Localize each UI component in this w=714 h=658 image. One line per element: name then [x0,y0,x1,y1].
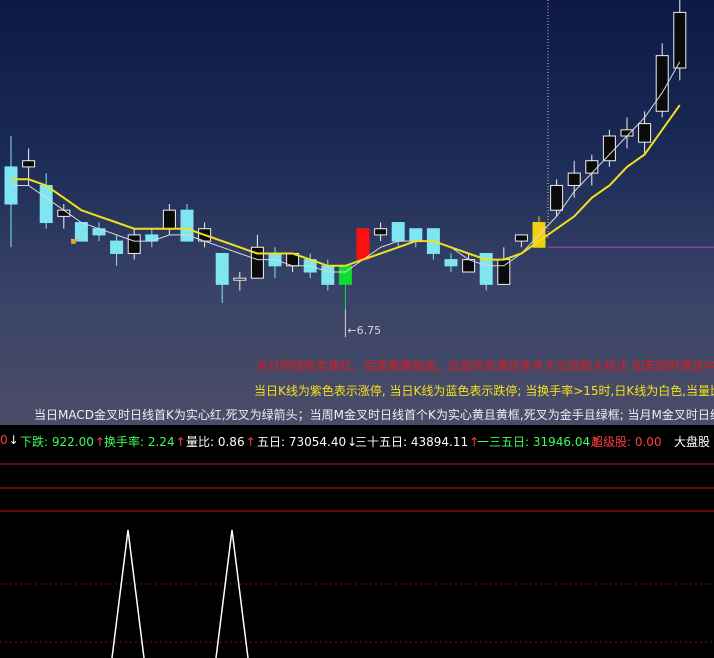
stat-arrow-icon: ↓ [8,433,19,447]
stat-item: 量比: 0.86↑ [186,433,256,450]
formula-note-yellow: 当日K线为紫色表示涨停, 当日K线为蓝色表示跌停; 当换手率>15时,日K线为白… [254,384,714,398]
candle[interactable] [145,228,159,248]
candle-body [374,228,388,236]
candle-body [409,228,423,242]
candle[interactable] [4,136,18,248]
stat-item: 五日: 73054.40↓ [257,433,357,450]
candle[interactable] [620,117,634,149]
candle[interactable] [286,252,300,272]
stat-label: 一三五日: [477,435,533,449]
stat-arrow-icon: ↑ [245,435,256,449]
candle[interactable] [180,204,194,242]
candle[interactable] [514,234,528,248]
candle[interactable] [215,252,229,303]
candle-body [673,11,687,69]
price-panel[interactable]: ☛ ←6.75 当日阴线收实体红，后面需要做成，出现所有满足条件才出现箭头标注 … [0,0,714,425]
indicator-chart[interactable] [0,456,714,658]
indicator-stats-bar: 0↓ 下跌: 922.00↑ 换手率: 2.24↑ 量比: 0.86↑ 五日: 7305… [0,428,714,454]
stat-value: 2.24 [147,435,175,449]
candle-body [567,172,581,186]
candle-body [39,184,53,224]
candle[interactable] [532,216,546,248]
stat-value: 43894.11 [410,435,469,449]
candle-body [602,135,616,162]
candle[interactable] [162,204,176,235]
stat-value: 0.00 [634,435,662,449]
candle-body [620,129,634,137]
stat-item: 大盘股 [674,433,711,450]
candle[interactable] [391,222,405,248]
stock-chart-window: ☛ ←6.75 当日阴线收实体红，后面需要做成，出现所有满足条件才出现箭头标注 … [0,0,714,658]
candle-body [145,234,159,242]
formula-note-red: 当日阴线收实体红，后面需要做成，出现所有满足条件才出现箭头标注 如若同时满足中间… [256,359,714,373]
stat-label: 大盘股 [674,435,711,449]
indicator-panel[interactable] [0,456,714,658]
candle-body [655,55,669,112]
candle[interactable] [374,222,388,242]
candle-body [215,252,229,285]
candle[interactable] [110,234,124,266]
stat-item: 三十五日: 43894.11↑ [355,433,479,450]
formula-note-white: 当日MACD金叉时日线首K为实心红,死叉为绿箭头；当周M金叉时日线首个K为实心黄… [34,408,714,422]
candle-body [550,184,564,211]
candle-body [162,209,176,230]
stat-arrow-icon: ↑ [175,435,186,449]
candle[interactable] [250,234,264,279]
candle-body [110,240,124,254]
candle[interactable] [127,228,141,260]
candle-body [321,265,335,285]
stat-label: 0 [0,433,8,447]
stat-item: 下跌: 922.00↑ [20,433,105,450]
candle-body [638,123,652,143]
candle-body [514,234,528,242]
stat-label: 三十五日: [355,435,411,449]
candle-body [585,160,599,174]
candle[interactable] [356,228,370,261]
stat-label: 换手率: [104,435,148,449]
candle[interactable] [655,43,669,118]
stat-value: 73054.40 [288,435,347,449]
stat-label: 下跌: [20,435,52,449]
stat-item: 超级股: 0.00 [591,433,663,450]
hand-signal-icon: ☛ [70,235,80,248]
candle[interactable] [233,272,247,291]
candle-body [391,222,405,242]
candle[interactable] [602,129,616,167]
candle[interactable] [409,228,423,248]
stat-value: 31946.04 [532,435,591,449]
indicator-spike [215,529,249,658]
candle[interactable] [585,154,599,186]
candle-body [127,234,141,254]
stat-item: 换手率: 2.24↑ [104,433,186,450]
stat-value: 922.00 [51,435,94,449]
candle-body [22,160,36,168]
candle[interactable] [444,253,458,272]
candle-body [444,259,458,267]
stat-value: 0.86 [217,435,245,449]
candle-body [356,228,370,261]
stat-label: 五日: [257,435,289,449]
candle[interactable] [426,228,440,260]
candle-body [233,277,247,281]
stat-item: 一三五日: 31946.04↑ [477,433,601,450]
candle[interactable] [92,222,106,242]
stat-label: 量比: [186,435,218,449]
indicator-spike [111,529,145,658]
candle[interactable] [268,247,282,279]
stat-label: 超级股: [591,435,635,449]
stat-item: 0↓ [0,433,19,447]
ma-short-line [11,61,681,273]
price-marker-label: ←6.75 [347,324,381,337]
